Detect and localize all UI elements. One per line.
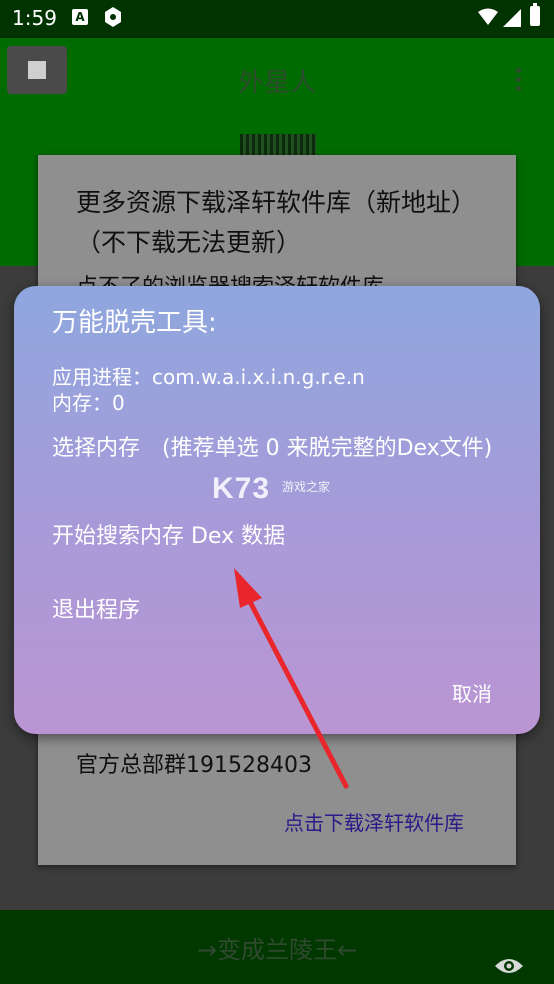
memory-label: 内存：0 (52, 391, 125, 415)
dialog-process-info: 应用进程：com.w.a.i.x.i.n.g.r.e.n 内存：0 (52, 364, 365, 416)
more-options-icon[interactable] (516, 68, 522, 95)
announcement-heading: 更多资源下载泽轩软件库（新地址）（不下载无法更新） (76, 188, 477, 257)
status-time: 1:59 (12, 6, 57, 30)
cancel-button[interactable]: 取消 (452, 678, 492, 707)
app-title: 外星人 (237, 68, 316, 98)
game-guardian-icon (105, 7, 121, 27)
search-dex-option[interactable]: 开始搜索内存 Dex 数据 (52, 522, 512, 552)
select-memory-option[interactable]: 选择内存 (推荐单选 0 来脱完整的Dex文件) (52, 434, 512, 464)
bottom-bar: →变成兰陵王← (0, 910, 554, 984)
k73-watermark-logo: K73 游戏之家 (212, 472, 352, 512)
transform-button[interactable]: →变成兰陵王← (0, 930, 554, 965)
eye-icon[interactable] (494, 956, 524, 976)
banner-image (240, 134, 316, 156)
exit-program-option[interactable]: 退出程序 (52, 596, 512, 626)
wifi-icon (478, 8, 498, 25)
battery-icon (530, 3, 540, 26)
status-bar: 1:59 A (0, 0, 554, 38)
announcement-official-group: 官方总部群191528403 (76, 753, 312, 778)
dialog-title: 万能脱壳工具: (52, 308, 217, 338)
watermark-brand: K73 (212, 472, 271, 505)
process-label: 应用进程：com.w.a.i.x.i.n.g.r.e.n (52, 365, 365, 389)
watermark-sub: 游戏之家 (282, 480, 331, 494)
accessibility-notification-icon: A (72, 9, 88, 25)
download-library-link[interactable]: 点击下载泽轩软件库 (284, 807, 464, 836)
signal-icon (503, 9, 521, 27)
